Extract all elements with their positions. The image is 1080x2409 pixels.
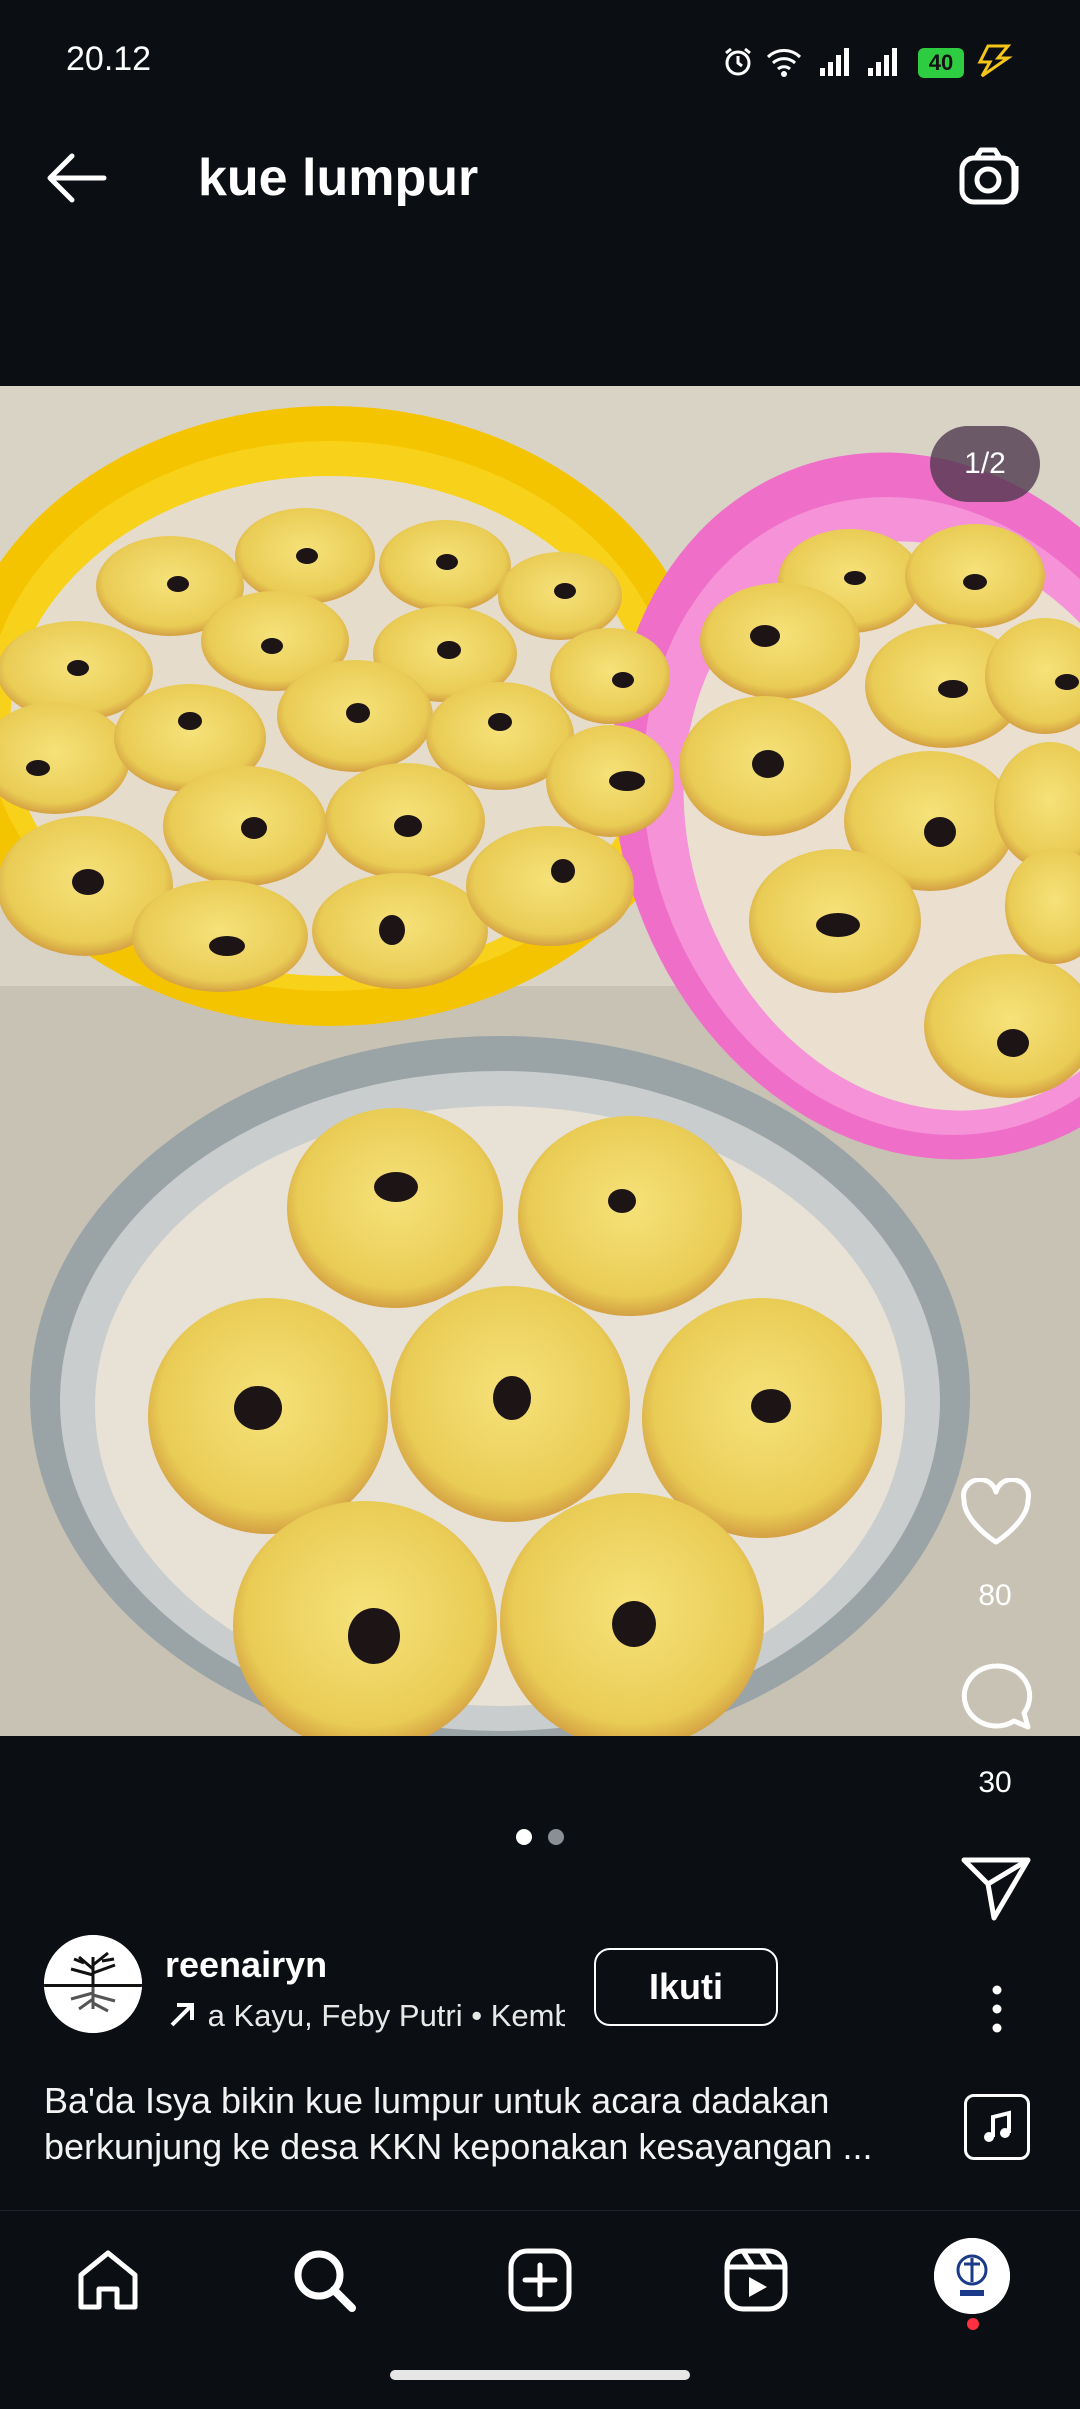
image-counter: 1/2	[930, 426, 1040, 502]
home-indicator[interactable]	[390, 2370, 690, 2380]
nav-reels[interactable]	[714, 2238, 798, 2322]
wifi-icon	[766, 49, 802, 77]
heart-icon[interactable]	[958, 1478, 1034, 1548]
post-caption[interactable]: Ba'da Isya bikin kue lumpur untuk acara …	[44, 2078, 924, 2170]
avatar[interactable]	[44, 1935, 142, 2033]
author-subtitle[interactable]: a Kayu, Feby Putri • Kembali	[165, 1998, 565, 2038]
send-icon[interactable]	[958, 1852, 1034, 1922]
status-time: 20.12	[66, 40, 152, 78]
nav-create[interactable]	[498, 2238, 582, 2322]
nav-search[interactable]	[282, 2238, 366, 2322]
signal-icon	[868, 48, 897, 76]
nav-profile[interactable]	[934, 2238, 1010, 2314]
carousel-dots	[516, 1829, 566, 1847]
page-title: kue lumpur	[198, 149, 479, 207]
carousel-dot	[548, 1829, 564, 1845]
battery-level: 40	[928, 50, 954, 75]
back-arrow-icon[interactable]	[44, 150, 108, 206]
home-icon	[78, 2250, 138, 2310]
like-count: 80	[978, 1579, 1012, 1612]
alarm-icon	[725, 47, 751, 76]
battery-icon: 40	[918, 48, 964, 78]
status-bar: 20.12 40	[0, 0, 1080, 100]
music-button[interactable]	[964, 2094, 1030, 2160]
follow-button[interactable]: Ikuti	[594, 1948, 778, 2026]
create-icon	[508, 2248, 572, 2312]
notification-dot	[967, 2318, 979, 2330]
post-photo[interactable]	[0, 386, 1080, 1736]
music-note-icon	[984, 2110, 1011, 2142]
author-username[interactable]: reenairyn	[165, 1944, 327, 1986]
kue-lumpur-photo	[0, 386, 1080, 1736]
comment-count: 30	[978, 1766, 1012, 1799]
more-options-icon[interactable]	[982, 1984, 1012, 2034]
search-icon	[294, 2250, 356, 2312]
arrow-up-right-icon	[170, 2003, 194, 2027]
caption-line: Ba'da Isya bikin kue lumpur untuk acara …	[44, 2080, 830, 2121]
reels-icon	[724, 2248, 788, 2312]
charging-icon	[977, 44, 1013, 78]
tree-logo-icon	[44, 1935, 142, 2033]
author-subtitle-text: a Kayu, Feby Putri • Kembali	[207, 1998, 565, 2033]
camera-icon[interactable]	[958, 146, 1024, 208]
caption-line: berkunjung ke desa KKN keponakan kesayan…	[44, 2126, 873, 2167]
signal-icon	[820, 48, 849, 76]
comment-icon[interactable]	[958, 1662, 1034, 1732]
nav-home[interactable]	[66, 2238, 150, 2322]
profile-logo-icon	[934, 2238, 1010, 2314]
carousel-dot-active	[516, 1829, 532, 1845]
